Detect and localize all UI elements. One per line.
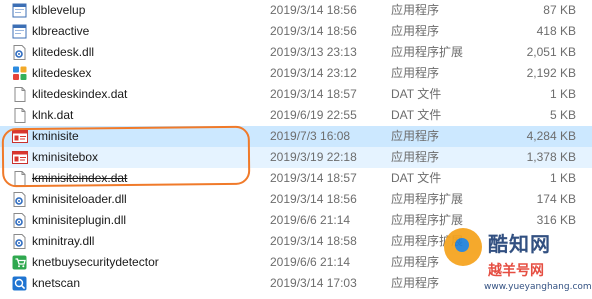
blank-file-icon [12,171,28,186]
file-size: 5 KB [549,108,576,122]
blank-file-icon [12,108,28,123]
file-modified-date: 2019/3/14 17:03 [270,276,357,290]
dll-gear-icon [12,192,28,207]
file-name: kminitray.dll [32,234,95,248]
file-name: klitedeskex [32,66,92,80]
file-size: 87 KB [543,3,576,17]
file-modified-date: 2019/3/19 22:18 [270,150,357,164]
file-row[interactable]: klnk.dat 2019/6/19 22:55 DAT 文件 5 KB [0,105,592,126]
green-cart-app-icon [12,255,28,270]
file-row[interactable]: klitedeskindex.dat 2019/3/14 18:57 DAT 文件 1… [0,84,592,105]
file-name: kminisite [32,129,79,143]
file-type: 应用程序 [391,3,440,17]
file-size: 2,051 KB [526,45,576,59]
file-type: 应用程序 [391,66,440,80]
file-size: 1 KB [549,171,576,185]
file-modified-date: 2019/3/14 18:57 [270,87,357,101]
file-name: knetbuysecuritydetector [32,255,159,269]
file-modified-date: 2019/7/3 16:08 [270,129,351,143]
file-type: 应用程序扩展 [391,213,464,227]
red-window-app-icon [12,129,28,144]
file-row[interactable]: knetscan 2019/3/14 17:03 应用程序 [0,273,592,294]
file-type: 应用程序 [391,129,440,143]
file-name: klbreactive [32,24,90,38]
file-row[interactable]: kminisiteplugin.dll 2019/6/6 21:14 应用程序扩展 3… [0,210,592,231]
file-row[interactable]: kminisite 2019/7/3 16:08 应用程序 4,284 KB [0,126,592,147]
file-modified-date: 2019/6/19 22:55 [270,108,357,122]
file-name: klblevelup [32,3,86,17]
file-row[interactable]: klitedeskex 2019/3/14 23:12 应用程序 2,192 KB [0,63,592,84]
file-row[interactable]: kminisiteloader.dll 2019/3/14 18:56 应用程序扩展… [0,189,592,210]
file-name: kminisiteindex.dat [32,171,128,185]
file-name: klitedesk.dll [32,45,95,59]
blank-file-icon [12,87,28,102]
file-row[interactable]: klitedesk.dll 2019/3/13 23:13 应用程序扩展 2,051 … [0,42,592,63]
file-row[interactable]: klbreactive 2019/3/14 18:56 应用程序 418 KB [0,21,592,42]
file-modified-date: 2019/3/14 18:56 [270,24,357,38]
dll-gear-icon [12,213,28,228]
file-row[interactable]: knetbuysecuritydetector 2019/6/6 21:14 应用程… [0,252,592,273]
file-type: 应用程序 [391,150,440,164]
file-modified-date: 2019/6/6 21:14 [270,255,351,269]
file-type: DAT 文件 [391,171,442,185]
file-modified-date: 2019/3/14 18:56 [270,3,357,17]
file-row[interactable]: kminitray.dll 2019/3/14 18:58 应用程序扩展 [0,231,592,252]
file-name: klnk.dat [32,108,74,122]
file-name: kminisiteplugin.dll [32,213,127,227]
app-window-icon [12,24,28,39]
file-name: kminisiteloader.dll [32,192,127,206]
file-name: klitedeskindex.dat [32,87,128,101]
red-window-app-icon [12,150,28,165]
file-row[interactable]: klblevelup 2019/3/14 18:56 应用程序 87 KB [0,0,592,21]
file-type: 应用程序扩展 [391,234,464,248]
file-type: 应用程序 [391,255,440,269]
file-type: DAT 文件 [391,108,442,122]
file-type: DAT 文件 [391,87,442,101]
file-modified-date: 2019/3/14 23:12 [270,66,357,80]
file-size: 1 KB [549,87,576,101]
file-type: 应用程序扩展 [391,45,464,59]
file-size: 316 KB [536,213,576,227]
blue-scan-app-icon [12,276,28,291]
file-size: 2,192 KB [526,66,576,80]
file-modified-date: 2019/3/14 18:56 [270,192,357,206]
file-row[interactable]: kminisitebox 2019/3/19 22:18 应用程序 1,378 KB [0,147,592,168]
file-modified-date: 2019/6/6 21:14 [270,213,351,227]
file-size: 4,284 KB [526,129,576,143]
file-type: 应用程序 [391,24,440,38]
dll-gear-icon [12,45,28,60]
file-modified-date: 2019/3/14 18:57 [270,171,357,185]
file-modified-date: 2019/3/13 23:13 [270,45,357,59]
file-type: 应用程序扩展 [391,192,464,206]
file-row[interactable]: kminisiteindex.dat 2019/3/14 18:57 DAT 文件 1… [0,168,592,189]
dll-gear-icon [12,234,28,249]
file-list: klblevelup 2019/3/14 18:56 应用程序 87 KB klbrea… [0,0,592,294]
file-size: 1,378 KB [526,150,576,164]
color-grid-app-icon [12,66,28,81]
file-modified-date: 2019/3/14 18:58 [270,234,357,248]
file-size: 174 KB [536,192,576,206]
file-size: 418 KB [536,24,576,38]
file-name: knetscan [32,276,81,290]
app-window-icon [12,3,28,18]
file-type: 应用程序 [391,276,440,290]
file-name: kminisitebox [32,150,99,164]
